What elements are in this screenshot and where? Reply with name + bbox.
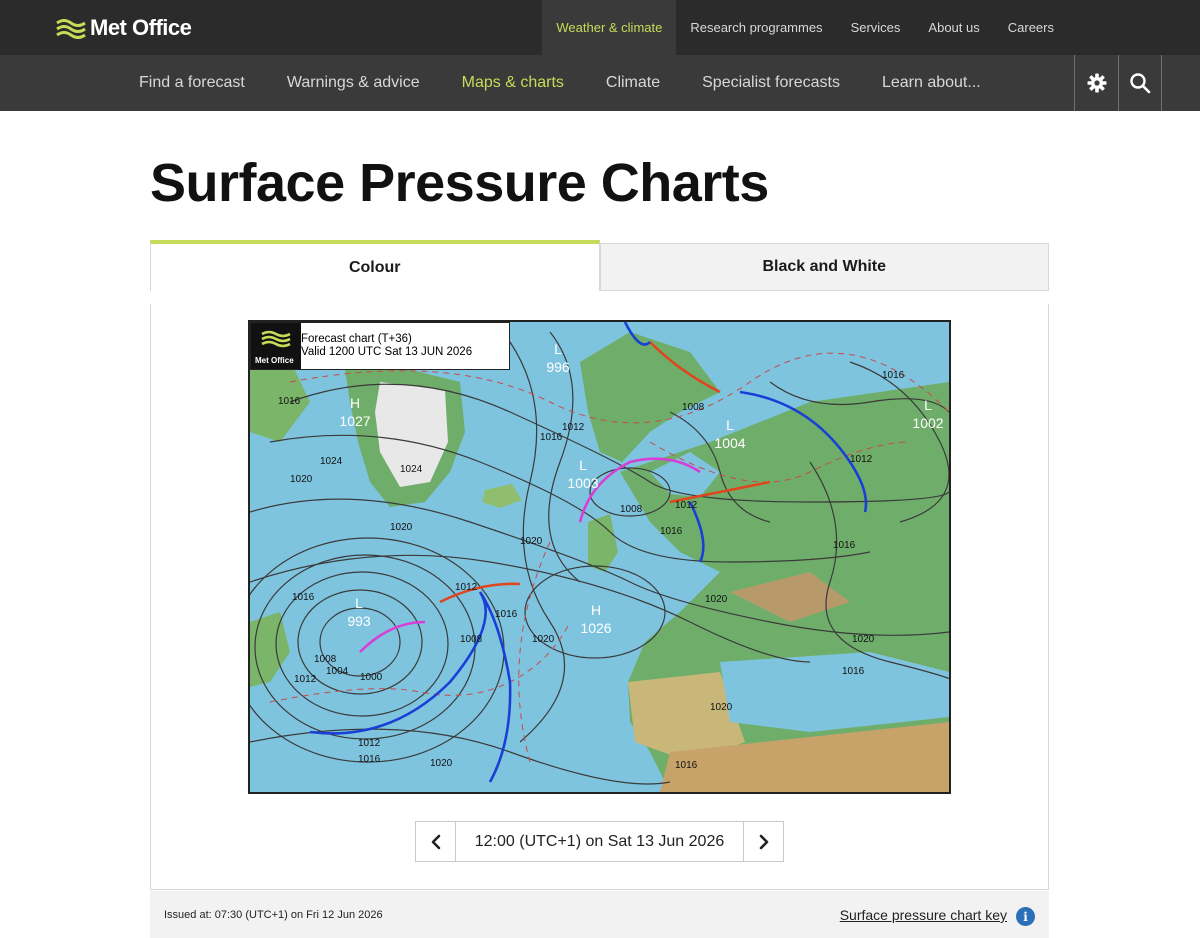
top-nav-research-programmes[interactable]: Research programmes — [676, 0, 836, 55]
isobar-label: 1020 — [430, 758, 453, 769]
isobar-label: 1004 — [326, 666, 349, 677]
main-nav: Find a forecast Warnings & advice Maps &… — [0, 55, 1200, 111]
tab-black-and-white[interactable]: Black and White — [599, 243, 1049, 291]
nav-find-a-forecast[interactable]: Find a forecast — [118, 55, 266, 111]
isobar-label: 1016 — [833, 540, 856, 551]
chevron-right-icon — [759, 834, 768, 849]
isobar-label: 1020 — [710, 702, 733, 713]
chart-key-link[interactable]: Surface pressure chart key — [840, 907, 1007, 923]
logo-icon — [56, 19, 86, 39]
cold-front-atlantic — [309, 591, 512, 783]
pressure-centre-type: H — [591, 602, 601, 618]
top-nav-about-us[interactable]: About us — [914, 0, 993, 55]
isobar-label: 1020 — [520, 536, 543, 547]
top-nav: Weather & climate Research programmes Se… — [542, 0, 1068, 55]
isobar-label: 1016 — [495, 609, 518, 620]
previous-time-button[interactable] — [416, 822, 456, 861]
isobar-label: 1016 — [540, 432, 563, 443]
page-title: Surface Pressure Charts — [150, 153, 769, 213]
nav-learn-about[interactable]: Learn about... — [861, 55, 1002, 111]
pressure-centre-value: 1004 — [714, 435, 745, 451]
chevron-left-icon — [431, 834, 440, 849]
isobar-label: 1020 — [532, 634, 555, 645]
newfoundland-land — [250, 612, 290, 687]
pressure-centre-type: L — [924, 397, 932, 413]
nav-specialist-forecasts[interactable]: Specialist forecasts — [681, 55, 861, 111]
surface-pressure-chart: H 1027 L 996 L 1004 L 1002 L 1003 L 993 … — [248, 320, 951, 794]
main-nav-links: Find a forecast Warnings & advice Maps &… — [118, 55, 1002, 111]
isobar-label: 1016 — [882, 370, 905, 381]
nav-climate[interactable]: Climate — [585, 55, 681, 111]
met-office-logo[interactable]: Met Office — [56, 14, 192, 42]
isobar-label: 1016 — [278, 396, 301, 407]
isobar-label: 1008 — [314, 654, 337, 665]
top-nav-services[interactable]: Services — [837, 0, 915, 55]
isobar-label: 1012 — [850, 454, 873, 465]
pressure-centre-type: L — [726, 417, 734, 433]
next-time-button[interactable] — [743, 822, 783, 861]
nav-warnings-advice[interactable]: Warnings & advice — [266, 55, 441, 111]
top-bar: Met Office Weather & climate Research pr… — [0, 0, 1200, 55]
nav-maps-charts[interactable]: Maps & charts — [441, 55, 585, 111]
pressure-centre-value: 1002 — [912, 415, 943, 431]
pressure-centre-value: 993 — [347, 613, 371, 629]
issued-time: Issued at: 07:30 (UTC+1) on Fri 12 Jun 2… — [164, 909, 383, 921]
search-icon — [1130, 73, 1151, 94]
chart-legend: Met Office Forecast chart (T+36) Valid 1… — [250, 322, 510, 370]
isobar-label: 1020 — [852, 634, 875, 645]
isobar-label: 1012 — [675, 500, 698, 511]
current-time-label: 12:00 (UTC+1) on Sat 13 Jun 2026 — [474, 832, 725, 850]
pressure-centre-value: 1027 — [339, 413, 370, 429]
pressure-centre-type: H — [350, 395, 360, 411]
chart-footer: Issued at: 07:30 (UTC+1) on Fri 12 Jun 2… — [150, 891, 1049, 938]
pressure-centre-value: 1003 — [567, 475, 598, 491]
british-isles-land — [588, 514, 618, 572]
isobar-label: 1016 — [358, 754, 381, 765]
chart-map: H 1027 L 996 L 1004 L 1002 L 1003 L 993 … — [250, 322, 949, 792]
iceland-land — [482, 484, 522, 508]
isobar-label: 1020 — [290, 474, 313, 485]
mediterranean-sea — [720, 652, 949, 732]
tab-colour[interactable]: Colour — [150, 240, 600, 291]
isobar-label: 1020 — [390, 522, 413, 533]
isobar-label: 1016 — [842, 666, 865, 677]
chart-badge: Met Office — [251, 323, 301, 369]
info-icon[interactable]: i — [1016, 907, 1035, 926]
search-button[interactable] — [1118, 55, 1162, 111]
isobar-label: 1020 — [705, 594, 728, 605]
isobar-label: 1024 — [400, 464, 423, 475]
top-nav-weather-climate[interactable]: Weather & climate — [542, 0, 677, 55]
chart-legend-title: Forecast chart (T+36) — [301, 333, 412, 345]
pressure-centre-value: 996 — [546, 359, 570, 375]
isobar-label: 1012 — [294, 674, 317, 685]
isobar-label: 1016 — [675, 760, 698, 771]
isobar-label: 1012 — [358, 738, 381, 749]
isobar-label: 1016 — [292, 592, 315, 603]
settings-button[interactable] — [1074, 55, 1118, 111]
gear-icon — [1087, 73, 1106, 93]
chart-legend-valid-time: Valid 1200 UTC Sat 13 JUN 2026 — [301, 346, 473, 358]
isobar-label: 1000 — [360, 672, 383, 683]
isobar-label: 1012 — [455, 582, 478, 593]
top-nav-careers[interactable]: Careers — [994, 0, 1068, 55]
isobar-label: 1012 — [562, 422, 585, 433]
isobar-label: 1008 — [620, 504, 643, 515]
chart-type-tabs: Colour Black and White — [150, 240, 1049, 291]
isobar-label: 1008 — [682, 402, 705, 413]
met-office-chart-logo-icon — [261, 330, 291, 348]
isobar-label: 1024 — [320, 456, 343, 467]
pressure-centre-value: 1026 — [580, 620, 611, 636]
isobar-label: 1016 — [660, 526, 683, 537]
pressure-centre-type: L — [554, 341, 562, 357]
pressure-centre-type: L — [579, 457, 587, 473]
pressure-centre-type: L — [355, 595, 363, 611]
chart-badge-text: Met Office — [255, 356, 294, 365]
time-selector: 12:00 (UTC+1) on Sat 13 Jun 2026 — [415, 821, 784, 862]
isobar-label: 1008 — [460, 634, 483, 645]
brand-name: Met Office — [90, 15, 192, 40]
